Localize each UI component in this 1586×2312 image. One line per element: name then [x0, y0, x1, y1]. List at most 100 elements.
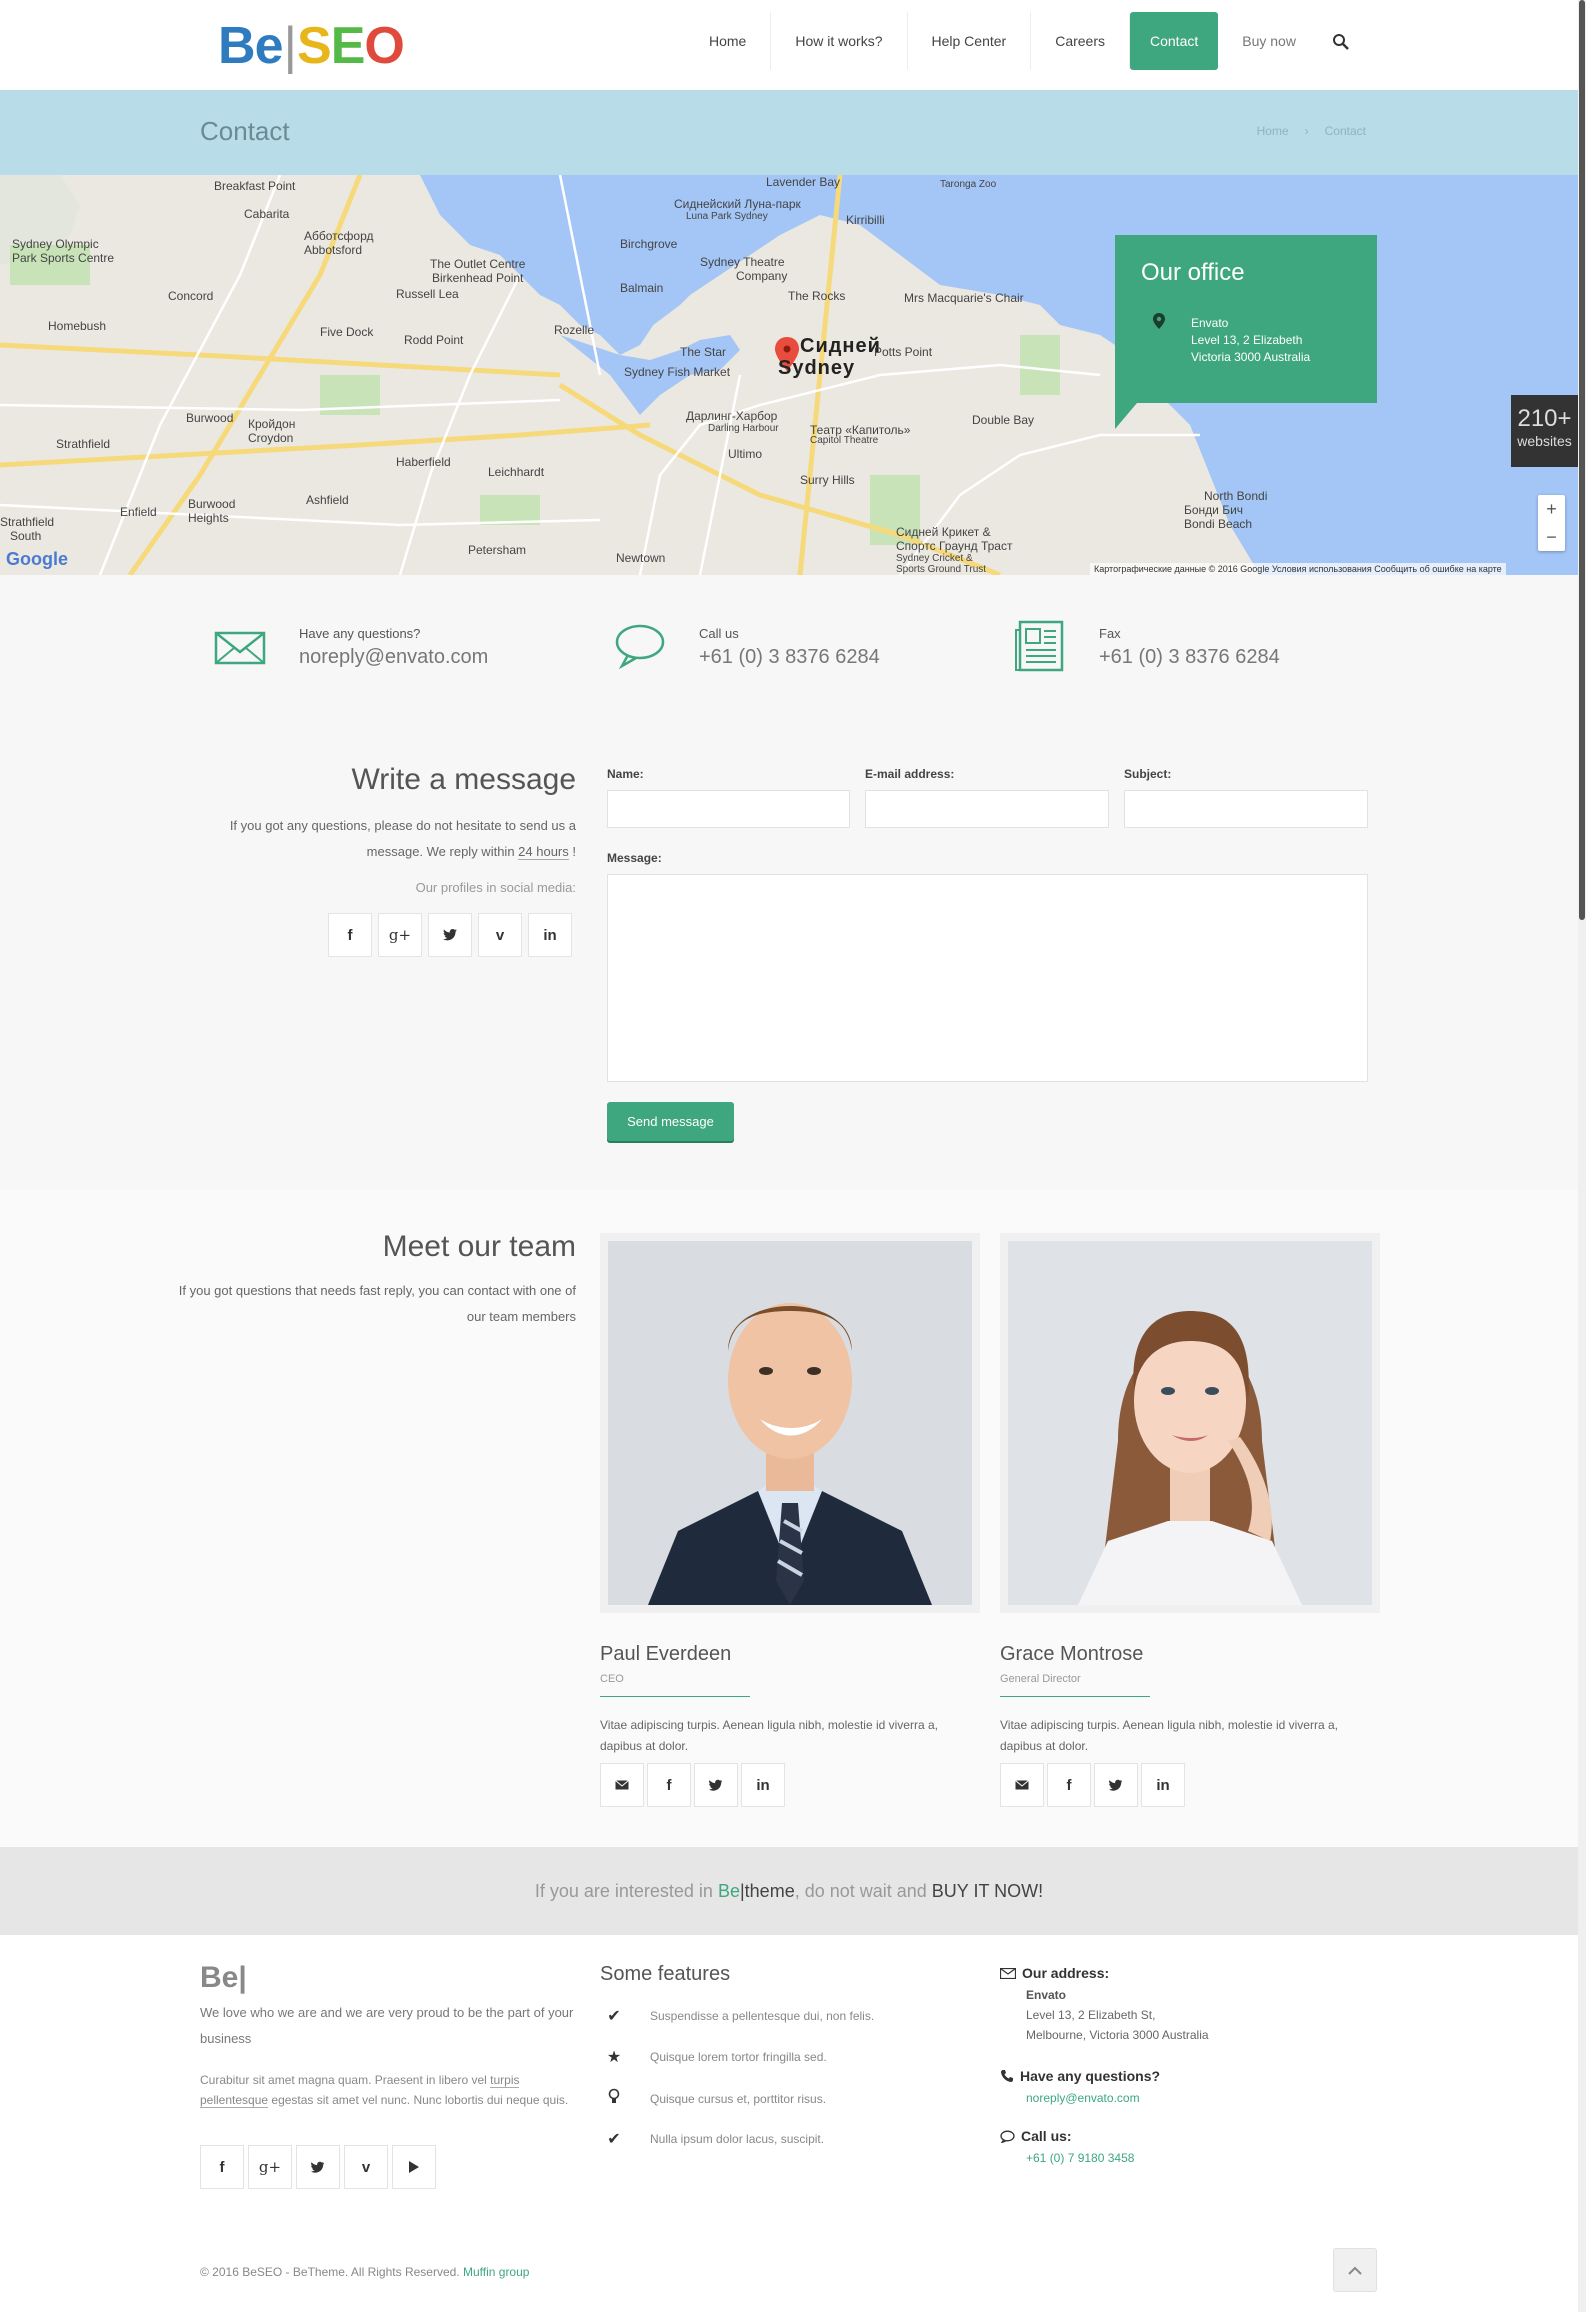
twitter-icon[interactable]: [1094, 1763, 1138, 1807]
facebook-icon[interactable]: f: [1047, 1763, 1091, 1807]
nav-item-home[interactable]: Home: [685, 12, 772, 70]
vimeo-icon[interactable]: v: [344, 2145, 388, 2189]
member-name: Grace Montrose: [1000, 1643, 1144, 1665]
google-plus-icon[interactable]: g+: [378, 913, 422, 957]
map-label: Luna Park Sydney: [686, 211, 768, 222]
footer-call: Call us: +61 (0) 7 9180 3458: [1000, 2128, 1134, 2168]
email-label: E-mail address:: [865, 767, 955, 781]
twitter-icon[interactable]: [296, 2145, 340, 2189]
map-copyright[interactable]: Картографические данные © 2016 Google Ус…: [1090, 563, 1506, 575]
map-label: Concord: [168, 289, 214, 303]
map-pin-icon: [1153, 313, 1165, 329]
footer-address: Our address: Envato Level 13, 2 Elizabet…: [1000, 1965, 1209, 2045]
subject-label: Subject:: [1124, 767, 1172, 781]
footer-questions: Have any questions? noreply@envato.com: [1000, 2068, 1160, 2108]
page: Be|SEO Home How it works? Help Center Ca…: [0, 0, 1586, 2312]
zoom-out-button[interactable]: −: [1538, 523, 1565, 551]
nav-item-how-it-works[interactable]: How it works?: [771, 12, 908, 70]
footer-logo[interactable]: Be|: [200, 1961, 247, 1995]
office-card: Our office Envato Level 13, 2 Elizabeth …: [1115, 235, 1377, 429]
lightbulb-icon: [600, 2088, 628, 2109]
map-label: Burwood: [186, 411, 234, 425]
twitter-bird-icon: [1109, 1779, 1123, 1791]
page-title: Contact: [200, 116, 290, 146]
map-label: Sydney Cricket &: [896, 553, 973, 564]
star-icon: ★: [606, 2049, 622, 2066]
social-profiles-label: Our profiles in social media:: [415, 880, 576, 895]
phone-icon: [1001, 2070, 1013, 2082]
search-icon[interactable]: [1332, 33, 1350, 51]
social-links: f g+ v in: [328, 913, 572, 957]
map-label: Сиднейский Луна-парк: [674, 197, 801, 211]
member-photo: [600, 1233, 980, 1613]
name-input[interactable]: [607, 790, 850, 828]
map-label: Ultimo: [728, 447, 763, 461]
message-label: Message:: [607, 851, 662, 865]
nav-item-help-center[interactable]: Help Center: [908, 12, 1032, 70]
breadcrumb-home[interactable]: Home: [1257, 124, 1289, 138]
map-label: Darling Harbour: [708, 423, 779, 434]
map-label: Birkenhead Point: [432, 271, 524, 285]
map-label: Surry Hills: [800, 473, 855, 487]
map-label: Sydney: [778, 357, 856, 379]
map-label: Enfield: [120, 505, 157, 519]
mail-icon[interactable]: [1000, 1763, 1044, 1807]
map-label: Абботсфорд: [304, 229, 374, 243]
google-plus-icon[interactable]: g+: [248, 2145, 292, 2189]
map-label: Double Bay: [972, 413, 1035, 427]
back-to-top-button[interactable]: [1333, 2248, 1377, 2292]
linkedin-icon[interactable]: in: [528, 913, 572, 957]
linkedin-icon[interactable]: in: [1141, 1763, 1185, 1807]
write-message-title: Write a message: [351, 763, 576, 796]
speech-bubble-icon: [1000, 2130, 1015, 2143]
facebook-icon[interactable]: f: [200, 2145, 244, 2189]
twitter-icon[interactable]: [694, 1763, 738, 1807]
logo[interactable]: Be|SEO: [218, 18, 405, 74]
websites-badge[interactable]: 210+ websites: [1511, 395, 1578, 467]
person-photo-icon: [1008, 1241, 1372, 1605]
map-zoom-control: + −: [1538, 495, 1565, 551]
person-photo-icon: [608, 1241, 972, 1605]
envelope-icon: [1000, 1967, 1016, 1979]
breadcrumb-current: Contact: [1324, 124, 1366, 138]
map-label: Birchgrove: [620, 237, 678, 251]
play-icon: [409, 2161, 419, 2173]
email-input[interactable]: [865, 790, 1109, 828]
buy-it-now-link[interactable]: BUY IT NOW!: [932, 1881, 1043, 1901]
envelope-icon: [214, 631, 266, 665]
map-label: Lavender Bay: [766, 175, 841, 189]
nav-item-contact[interactable]: Contact: [1130, 12, 1219, 70]
zoom-in-button[interactable]: +: [1538, 495, 1565, 523]
member-name: Paul Everdeen: [600, 1643, 732, 1665]
muffin-group-link[interactable]: Muffin group: [463, 2265, 530, 2279]
map-label: Breakfast Point: [214, 179, 296, 193]
scrollbar[interactable]: [1578, 0, 1586, 2312]
nav-item-buy-now[interactable]: Buy now: [1218, 12, 1320, 70]
send-message-button[interactable]: Send message: [607, 1102, 734, 1141]
map-label: Newtown: [616, 551, 666, 565]
map-label: The Star: [680, 345, 727, 359]
map-label: Кройдон: [248, 417, 296, 431]
facebook-icon[interactable]: f: [328, 913, 372, 957]
features-title: Some features: [600, 1963, 731, 1985]
footer-email-link[interactable]: noreply@envato.com: [1026, 2088, 1160, 2108]
twitter-icon[interactable]: [428, 913, 472, 957]
team-text: If you got questions that needs fast rep…: [178, 1283, 576, 1324]
map-label: Дарлинг-Харбор: [686, 409, 778, 423]
subject-input[interactable]: [1124, 790, 1368, 828]
vimeo-icon[interactable]: v: [478, 913, 522, 957]
footer-phone-link[interactable]: +61 (0) 7 9180 3458: [1026, 2148, 1134, 2168]
write-message-section: Write a message If you got any questions…: [0, 725, 1578, 1190]
speech-bubble-icon: [615, 624, 665, 670]
envelope-icon: [615, 1780, 629, 1790]
map-label: Cabarita: [244, 207, 290, 221]
facebook-icon[interactable]: f: [647, 1763, 691, 1807]
youtube-icon[interactable]: [392, 2145, 436, 2189]
office-card-tip: [1115, 403, 1137, 429]
linkedin-icon[interactable]: in: [741, 1763, 785, 1807]
scrollbar-thumb[interactable]: [1579, 0, 1585, 920]
message-textarea[interactable]: [607, 874, 1368, 1082]
map-label: Strathfield: [56, 437, 111, 451]
nav-item-careers[interactable]: Careers: [1031, 12, 1130, 70]
mail-icon[interactable]: [600, 1763, 644, 1807]
